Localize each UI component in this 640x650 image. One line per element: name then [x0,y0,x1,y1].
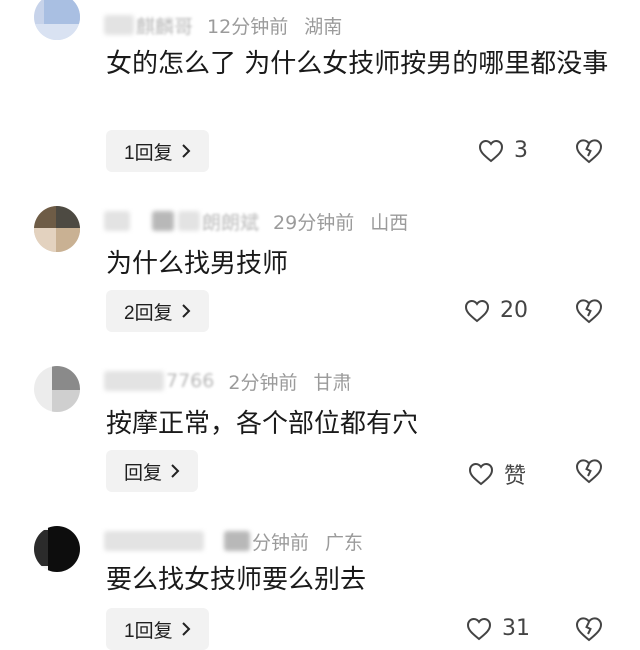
comment-meta: 分钟前 广东 [104,526,363,556]
like-count: 31 [502,616,530,641]
avatar[interactable] [34,526,80,572]
timestamp: 12分钟前 [207,15,289,38]
chevron-right-icon [170,464,180,478]
avatar[interactable] [34,206,80,252]
heart-outline-icon [478,139,504,163]
avatar[interactable] [34,366,80,412]
like-button[interactable]: 31 [466,616,530,641]
region: 湖南 [304,15,343,38]
heart-outline-icon [466,617,492,641]
nickname[interactable]: 麒麟哥 [104,14,193,38]
comment-meta: 麒麟哥 12分钟前 湖南 [104,10,342,40]
timestamp: 29分钟前 [273,211,355,234]
comment-text: 要么找女技师要么别去 [106,565,367,595]
reply-button[interactable]: 1回复 [106,608,209,650]
dislike-button[interactable] [575,616,603,644]
region: 甘肃 [313,371,352,394]
nickname[interactable] [104,530,252,552]
chevron-right-icon [181,304,191,318]
broken-heart-icon [575,617,603,646]
region: 广东 [325,531,364,554]
comment-item: 朗朗斌 29分钟前 山西 为什么找男技师 2回复 20 [0,160,640,332]
comment-item: 分钟前 广东 要么找女技师要么别去 1回复 31 [0,480,640,650]
reply-label: 1回复 [124,620,173,642]
comment-item: 麒麟哥 12分钟前 湖南 女的怎么了 为什么女技师按男的哪里都没事 1回复 3 [0,0,640,172]
comment-text: 按摩正常，各个部位都有穴 [106,409,419,439]
comment-text: 女的怎么了 为什么女技师按男的哪里都没事 [106,49,609,79]
comment-meta: 7766 2分钟前 甘肃 [104,366,351,396]
comment-item: 7766 2分钟前 甘肃 按摩正常，各个部位都有穴 回复 赞 [0,320,640,492]
region: 山西 [370,211,409,234]
timestamp: 2分钟前 [228,371,298,394]
comment-text: 为什么找男技师 [106,249,289,279]
comment-meta: 朗朗斌 29分钟前 山西 [104,206,408,236]
nickname[interactable]: 朗朗斌 [104,210,259,234]
chevron-right-icon [181,144,191,158]
chevron-right-icon [181,622,191,636]
avatar[interactable] [34,0,80,40]
timestamp: 分钟前 [252,531,310,554]
nickname[interactable]: 7766 [104,370,214,392]
heart-outline-icon [464,299,490,323]
